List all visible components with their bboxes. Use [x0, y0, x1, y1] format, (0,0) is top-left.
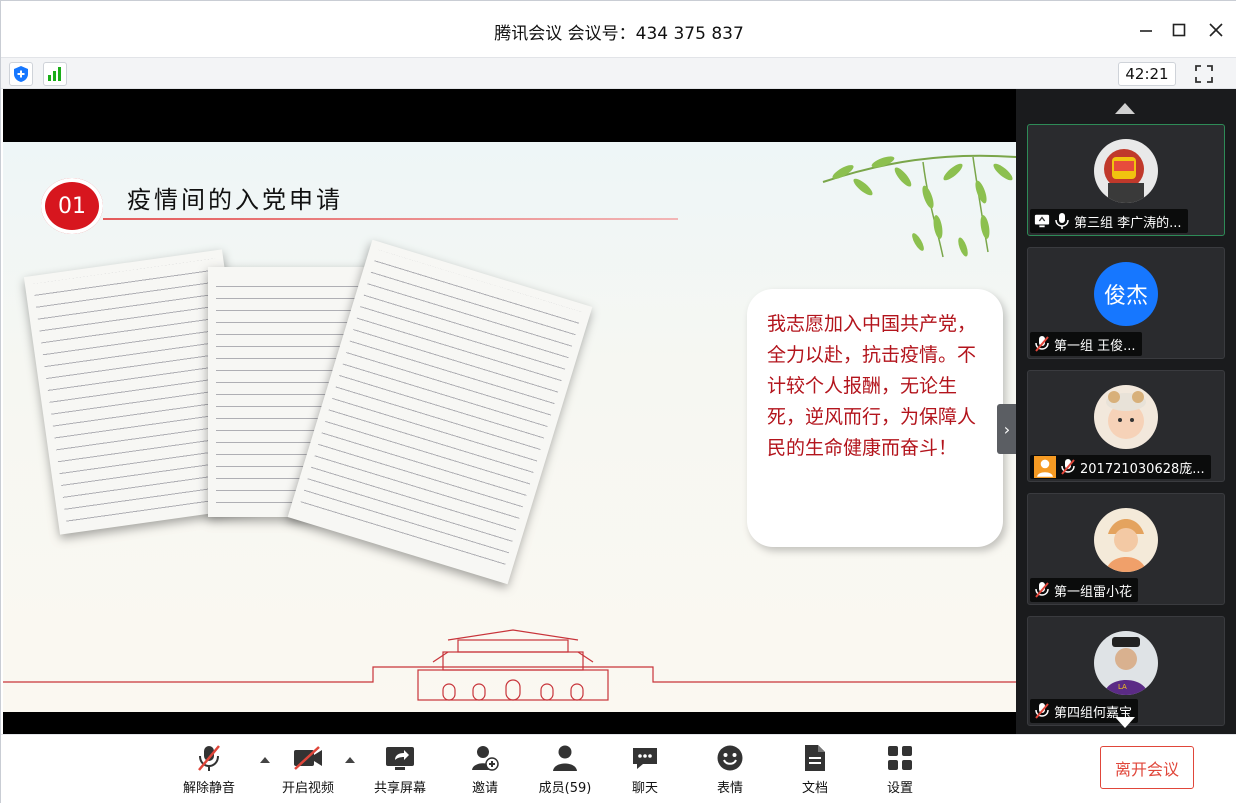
quote-text: 我志愿加入中国共产党，全力以赴，抗击疫情。不计较个人报酬，无论生死，逆风而行，为… [767, 313, 977, 459]
participant-tile[interactable]: 第三组 李广涛的... [1027, 124, 1225, 236]
title-underline [103, 218, 678, 220]
meeting-timer: 42:21 [1118, 62, 1176, 86]
status-bar: 42:21 [1, 57, 1236, 89]
shared-screen: 01 疫情间的入党申请 我志愿加入中国共产党，全力以赴，抗击疫情。不计较个人报酬… [3, 89, 1017, 734]
chat-icon [633, 748, 657, 769]
mic-muted-icon [198, 745, 220, 771]
members-label: 成员(59) [538, 781, 592, 796]
participant-name-bar: 第一组 王俊... [1030, 332, 1142, 356]
invite-label: 邀请 [471, 781, 498, 796]
invite-button[interactable]: 邀请 [445, 743, 525, 799]
avatar: LA [1094, 631, 1158, 695]
unmute-label: 解除静音 [182, 781, 235, 796]
settings-button[interactable]: 设置 [860, 743, 940, 799]
mic-icon [1055, 213, 1069, 229]
minimize-icon[interactable] [1131, 15, 1161, 45]
avatar: 俊杰 [1094, 262, 1158, 326]
members-icon [553, 745, 577, 771]
title-bar: 腾讯会议 会议号：434 375 837 [1, 1, 1236, 57]
gate-decoration [3, 629, 1016, 701]
participant-tile[interactable]: 201721030628庞... [1027, 370, 1225, 482]
participant-tile[interactable]: LA 第四组何嘉宝 [1027, 616, 1225, 726]
maximize-icon[interactable] [1164, 15, 1194, 45]
participant-name: 第一组雷小花 [1054, 584, 1133, 600]
slide: 01 疫情间的入党申请 我志愿加入中国共产党，全力以赴，抗击疫情。不计较个人报酬… [3, 142, 1016, 712]
quote-bubble: 我志愿加入中国共产党，全力以赴，抗击疫情。不计较个人报酬，无论生死，逆风而行，为… [747, 289, 1003, 547]
slide-number-badge: 01 [41, 178, 103, 234]
mic-muted-icon [1061, 459, 1075, 475]
slide-title: 疫情间的入党申请 [127, 186, 343, 214]
invite-user-icon [472, 746, 499, 771]
screen-share-icon [1034, 214, 1050, 228]
collapse-panel-button[interactable]: › [997, 404, 1017, 454]
unmute-button[interactable]: 解除静音 [169, 743, 249, 799]
participant-name: 201721030628庞... [1080, 461, 1205, 477]
participant-name: 第三组 李广涛的... [1074, 215, 1182, 231]
avatar [1094, 385, 1158, 449]
participant-tile[interactable]: 俊杰 第一组 王俊... [1027, 247, 1225, 359]
scroll-up-icon[interactable] [1113, 101, 1137, 115]
video-off-icon [294, 746, 322, 770]
mic-muted-icon [1035, 336, 1049, 352]
bottom-toolbar: 解除静音 开启视频 共享屏幕 邀请 成员(59) 聊天 表情 文档 设置 离开会… [1, 734, 1236, 804]
chat-button[interactable]: 聊天 [605, 743, 685, 799]
fullscreen-icon[interactable] [1187, 62, 1221, 86]
window-title: 腾讯会议 会议号：434 375 837 [494, 24, 744, 44]
participant-name-bar: 201721030628庞... [1030, 455, 1211, 479]
user-icon [1034, 456, 1056, 478]
participant-name: 第一组 王俊... [1054, 338, 1136, 354]
emoji-button[interactable]: 表情 [690, 743, 770, 799]
document-icon [805, 745, 825, 771]
shield-icon[interactable] [9, 62, 33, 86]
meeting-window: 腾讯会议 会议号：434 375 837 42:21 01 疫情间的入党申请 我… [0, 0, 1236, 804]
participant-name-bar: 第一组雷小花 [1030, 578, 1139, 602]
start-video-button[interactable]: 开启视频 [268, 743, 348, 799]
mic-muted-icon [1035, 703, 1049, 719]
participant-tile[interactable]: 第一组雷小花 [1027, 493, 1225, 605]
scroll-down-icon[interactable] [1113, 716, 1137, 730]
signal-icon[interactable] [43, 62, 67, 86]
close-icon[interactable] [1201, 15, 1231, 45]
participant-name-bar: 第三组 李广涛的... [1030, 209, 1188, 233]
settings-grid-icon [888, 746, 912, 770]
docs-label: 文档 [801, 781, 828, 796]
members-button[interactable]: 成员(59) [525, 743, 605, 799]
avatar [1094, 508, 1158, 572]
emoji-icon [717, 745, 743, 771]
share-screen-button[interactable]: 共享屏幕 [360, 743, 440, 799]
mic-muted-icon [1035, 582, 1049, 598]
avatar [1094, 139, 1158, 203]
chat-label: 聊天 [631, 781, 658, 796]
leaves-decoration [822, 154, 1016, 258]
settings-label: 设置 [886, 781, 913, 796]
docs-button[interactable]: 文档 [775, 743, 855, 799]
leave-meeting-button[interactable]: 离开会议 [1100, 746, 1194, 789]
share-screen-icon [386, 747, 414, 770]
start-video-label: 开启视频 [281, 781, 334, 796]
emoji-label: 表情 [716, 781, 743, 796]
svg-text:LA: LA [1118, 683, 1127, 691]
share-screen-label: 共享屏幕 [373, 781, 426, 796]
video-options-caret-icon[interactable] [344, 755, 356, 765]
